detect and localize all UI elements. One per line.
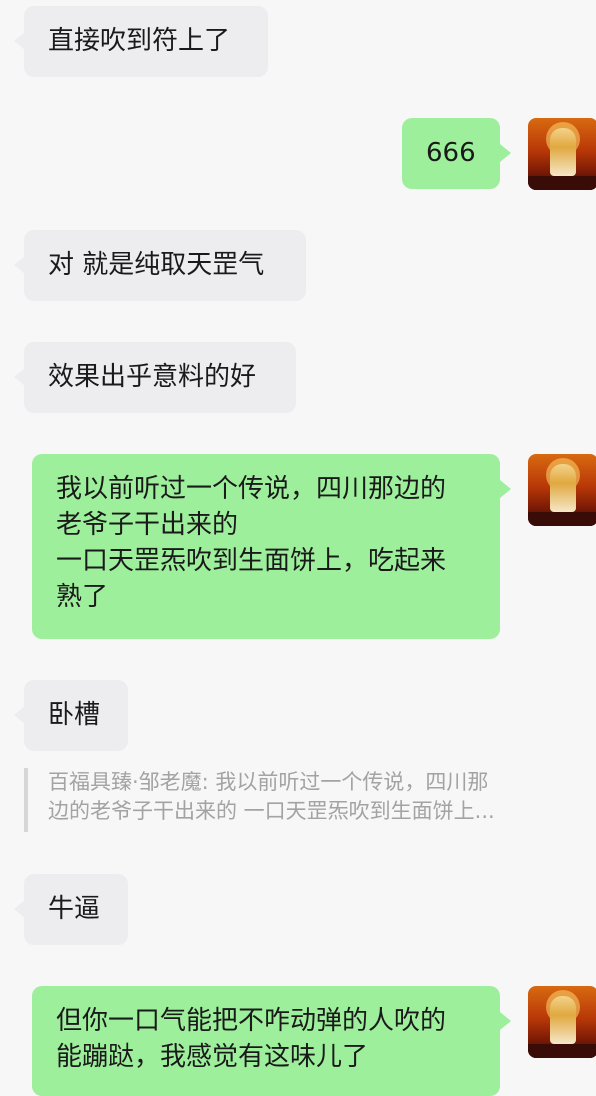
user-avatar[interactable] [528, 118, 596, 190]
avatar-figure [550, 128, 576, 176]
message-bubble[interactable]: 卧槽 [24, 680, 128, 751]
message-bubble[interactable]: 直接吹到符上了 [24, 6, 268, 77]
message-bubble[interactable]: 牛逼 [24, 874, 128, 945]
bubble-tail [500, 480, 511, 498]
avatar-base [528, 512, 596, 526]
quote-line: 百福具臻·邹老魔: 我以前听过一个传说，四川那 [48, 770, 489, 794]
user-avatar[interactable] [528, 454, 596, 526]
bubble-tail [500, 144, 511, 162]
message-text: 666 [426, 138, 476, 168]
message-text: 卧槽 [48, 700, 101, 730]
message-text: 直接吹到符上了 [48, 26, 231, 56]
message-bubble[interactable]: 但你一口气能把不咋动弹的人吹的 能蹦跶，我感觉有这味儿了 [32, 986, 500, 1096]
message-bubble[interactable]: 我以前听过一个传说，四川那边的 老爷子干出来的 一口天罡炁吹到生面饼上，吃起来 … [32, 454, 500, 639]
message-line: 我以前听过一个传说，四川那边的 [56, 474, 447, 504]
avatar-figure [550, 996, 576, 1044]
avatar-figure [550, 464, 576, 512]
message-text: 对 就是纯取天罡气 [48, 250, 265, 280]
message-bubble[interactable]: 效果出乎意料的好 [24, 342, 296, 413]
avatar-base [528, 176, 596, 190]
quote-line: 边的老爷子干出来的 一口天罡炁吹到生面饼上... [48, 799, 495, 823]
user-avatar[interactable] [528, 986, 596, 1058]
message-bubble[interactable]: 666 [402, 118, 500, 189]
avatar-base [528, 1044, 596, 1058]
message-line: 老爷子干出来的 [56, 510, 239, 540]
message-line: 但你一口气能把不咋动弹的人吹的 [56, 1006, 447, 1036]
message-bubble[interactable]: 对 就是纯取天罡气 [24, 230, 306, 301]
message-text: 效果出乎意料的好 [48, 362, 257, 392]
message-line: 能蹦跶，我感觉有这味儿了 [56, 1042, 369, 1072]
message-line: 熟了 [56, 582, 109, 612]
bubble-tail [500, 1012, 511, 1030]
message-line: 一口天罡炁吹到生面饼上，吃起来 [56, 546, 447, 576]
message-text: 牛逼 [48, 894, 101, 924]
chat-screen: { "messages": [ {"side":"left","text":"直… [0, 0, 596, 1096]
quoted-reply[interactable]: 百福具臻·邹老魔: 我以前听过一个传说，四川那 边的老爷子干出来的 一口天罡炁吹… [24, 768, 564, 832]
